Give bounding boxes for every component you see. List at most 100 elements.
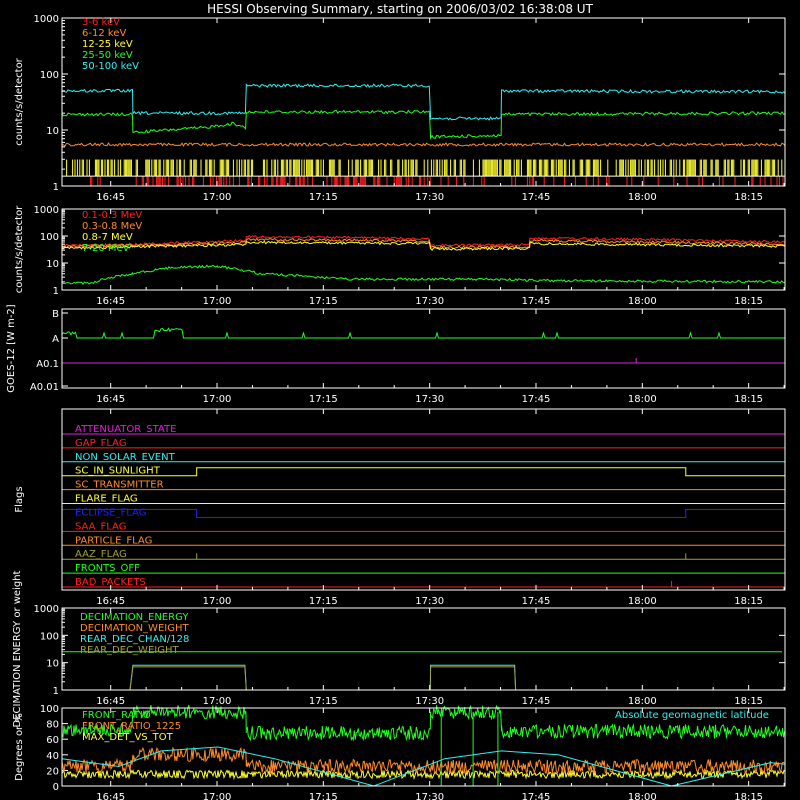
low-energy-legend-entry: 25-50 keV: [82, 50, 133, 61]
decimation-ytick-label: 100: [40, 631, 59, 642]
low-energy-xtick-label: 17:15: [309, 192, 338, 203]
flag-label: FRONTS_OFF: [75, 563, 140, 574]
goes-xtick-label: 17:00: [203, 394, 232, 405]
high-energy-legend-entry: 0.8-7 MeV: [82, 232, 133, 243]
ratios-xtick-label: 17:15: [309, 792, 338, 800]
decimation-legend-entry: REAR_DEC_WEIGHT: [80, 645, 179, 656]
flags-xtick-label: 18:00: [628, 596, 657, 607]
ratios-legend-entry: MAX_DET_VS_TOT: [82, 732, 174, 743]
low-energy-ytick-label: 10: [46, 126, 59, 137]
decimation-legend-entry: REAR_DEC_CHAN/128: [80, 634, 189, 645]
high-energy-ytick-label: 1: [53, 286, 59, 297]
high-energy-xtick-label: 18:00: [628, 296, 657, 307]
ratios-ytick-label: 100: [40, 704, 59, 715]
decimation-xtick-label: 18:15: [734, 696, 763, 707]
low-energy-legend-entry: 3-6 keV: [82, 17, 120, 28]
low-energy-ytick-label: 100: [40, 70, 59, 81]
goes-ytick-label: A0.1: [36, 359, 59, 370]
high-energy-xtick-label: 18:15: [734, 296, 763, 307]
flags-xtick-label: 17:30: [415, 596, 444, 607]
ratios-ytick-label: 40: [46, 751, 59, 762]
flags-xtick-label: 17:15: [309, 596, 338, 607]
high-energy-xtick-label: 16:45: [96, 296, 125, 307]
high-energy-legend-entry: 0.3-0.8 MeV: [82, 221, 142, 232]
low-energy-xtick-label: 18:15: [734, 192, 763, 203]
ratios-xtick-label: 18:00: [628, 792, 657, 800]
flag-label: PARTICLE_FLAG: [75, 535, 152, 546]
high-energy-ytick-label: 100: [40, 232, 59, 243]
decimation-legend-entry: DECIMATION_ENERGY: [80, 612, 189, 623]
flag-label: AAZ_FLAG: [75, 549, 127, 560]
decimation-ytick-label: 10: [46, 659, 59, 670]
low-energy-xtick-label: 17:30: [415, 192, 444, 203]
decimation-xtick-label: 18:00: [628, 696, 657, 707]
goes-xtick-label: 17:45: [522, 394, 551, 405]
ratios-ylabel: Degrees or %: [14, 713, 25, 781]
goes-ylabel: GOES-12 [W m-2]: [6, 304, 17, 392]
low-energy-xtick-label: 16:45: [96, 192, 125, 203]
high-energy-xtick-label: 17:15: [309, 296, 338, 307]
goes-xtick-label: 18:15: [734, 394, 763, 405]
ratios-legend-entry: FRONT_RATIO: [82, 710, 151, 721]
flags-xtick-label: 16:45: [96, 596, 125, 607]
high-energy-legend-entry: 7-20 MeV: [82, 243, 130, 254]
flags-xtick-label: 17:00: [203, 596, 232, 607]
ratios-ytick-label: 20: [46, 766, 59, 777]
low-energy-xtick-label: 17:00: [203, 192, 232, 203]
ratios-ytick-label: 60: [46, 735, 59, 746]
observing-summary-figure: HESSI Observing Summary, starting on 200…: [0, 0, 800, 800]
goes-ytick-label: B: [52, 309, 59, 320]
decimation-ytick-label: 1000: [34, 604, 59, 615]
high-energy-ytick-label: 1000: [34, 205, 59, 216]
low-energy-xtick-label: 18:00: [628, 192, 657, 203]
flag-label: SAA_FLAG: [75, 521, 126, 532]
decimation-xtick-label: 17:30: [415, 696, 444, 707]
goes-xtick-label: 16:45: [96, 394, 125, 405]
flags-xtick-label: 17:45: [522, 596, 551, 607]
low-energy-legend-entry: 12-25 keV: [82, 39, 133, 50]
ratios-xtick-label: 17:45: [522, 792, 551, 800]
flags-ylabel: Flags: [14, 486, 25, 512]
figure-title: HESSI Observing Summary, starting on 200…: [207, 2, 593, 16]
low-energy-legend-entry: 6-12 keV: [82, 28, 126, 39]
high-energy-xtick-label: 17:30: [415, 296, 444, 307]
high-energy-ylabel: counts/s/detector: [14, 205, 25, 293]
decimation-legend-entry: DECIMATION_WEIGHT: [80, 623, 189, 634]
flag-label: SC_IN_SUNLIGHT: [75, 466, 161, 477]
flag-label: SC_TRANSMITTER: [75, 480, 164, 491]
decimation-xtick-label: 16:45: [96, 696, 125, 707]
flag-label: GAP_FLAG: [75, 438, 127, 449]
low-energy-ytick-label: 1: [53, 182, 59, 193]
low-energy-xtick-label: 17:45: [522, 192, 551, 203]
flag-label: ATTENUATOR_STATE: [75, 424, 176, 435]
decimation-xtick-label: 17:15: [309, 696, 338, 707]
flag-label: NON_SOLAR_EVENT: [75, 452, 176, 463]
low-energy-ytick-label: 1000: [34, 14, 59, 25]
goes-xtick-label: 17:30: [415, 394, 444, 405]
ratios-legend-entry: FRONT_RATIO_1225: [82, 721, 181, 732]
low-energy-ylabel: counts/s/detector: [14, 57, 25, 145]
goes-ytick-label: A: [52, 334, 59, 345]
decimation-ytick-label: 1: [53, 686, 59, 697]
ratios-xtick-label: 17:30: [415, 792, 444, 800]
goes-xtick-label: 18:00: [628, 394, 657, 405]
ratios-right-legend-entry: Absolute geomagnetic latitude: [615, 710, 769, 721]
decimation-xtick-label: 17:00: [203, 696, 232, 707]
high-energy-xtick-label: 17:00: [203, 296, 232, 307]
ratios-xtick-label: 16:45: [96, 792, 125, 800]
low-energy-legend-entry: 50-100 keV: [82, 61, 139, 72]
goes-xtick-label: 17:15: [309, 394, 338, 405]
goes-ytick-label: A0.01: [30, 382, 59, 393]
ratios-xtick-label: 17:00: [203, 792, 232, 800]
high-energy-ytick-label: 10: [46, 259, 59, 270]
decimation-xtick-label: 17:45: [522, 696, 551, 707]
ratios-xtick-label: 18:15: [734, 792, 763, 800]
high-energy-legend-entry: 0.1-0.3 MeV: [82, 210, 142, 221]
decimation-ylabel: DECIMATION ENERGY or weight: [12, 570, 23, 727]
flag-label: FLARE_FLAG: [75, 494, 138, 505]
flag-label: ECLIPSE_FLAG: [75, 507, 146, 518]
ratios-ytick-label: 0: [53, 782, 59, 793]
high-energy-xtick-label: 17:45: [522, 296, 551, 307]
flags-xtick-label: 18:15: [734, 596, 763, 607]
ratios-ytick-label: 80: [46, 720, 59, 731]
